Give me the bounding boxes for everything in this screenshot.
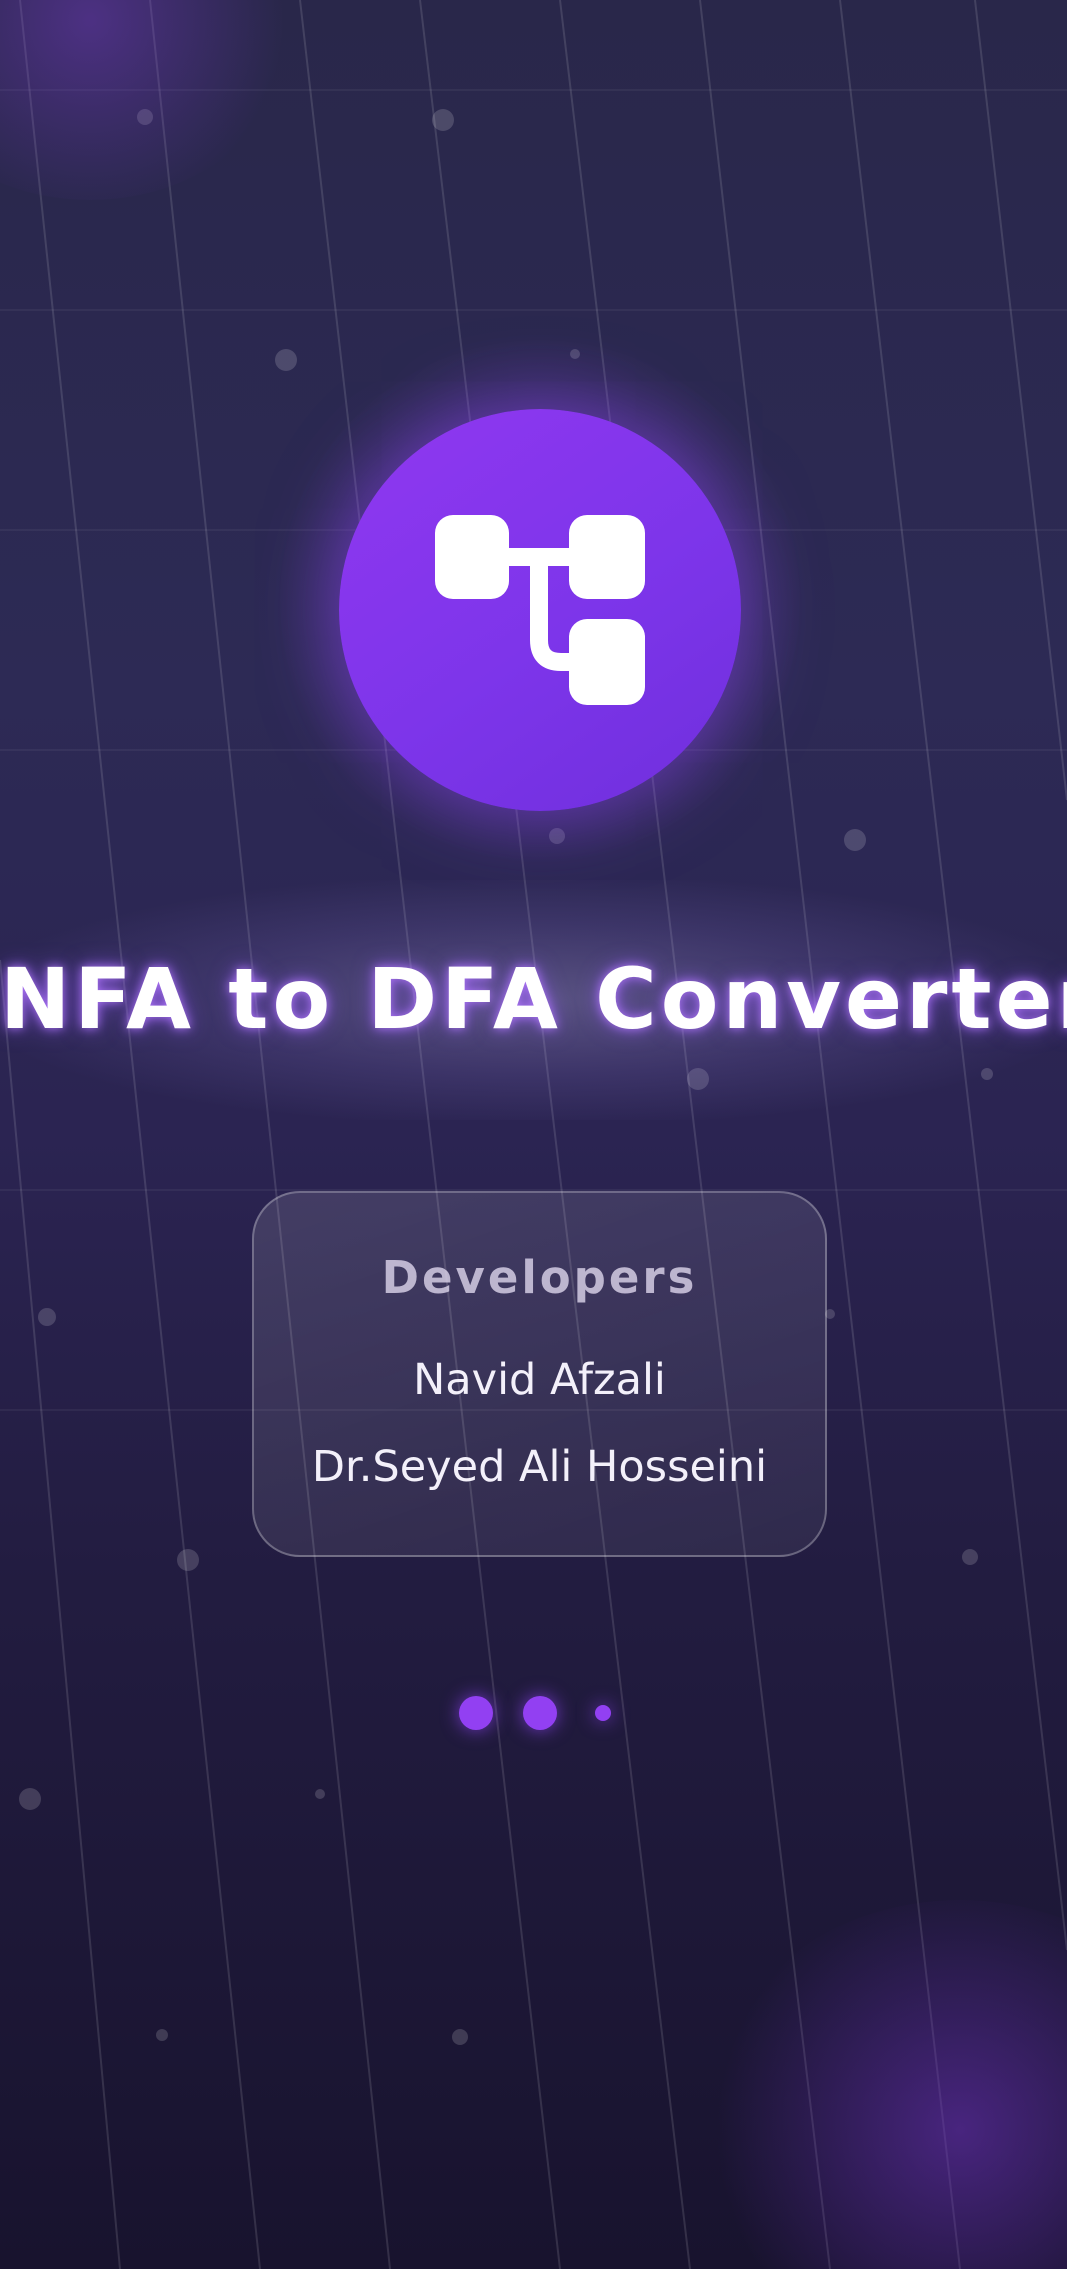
loading-dot — [595, 1705, 611, 1721]
developer-name: Dr.Seyed Ali Hosseini — [311, 1442, 768, 1492]
tree-diagram-icon — [435, 515, 645, 705]
developers-card: Developers Navid Afzali Dr.Seyed Ali Hos… — [252, 1191, 827, 1557]
developer-name: Navid Afzali — [413, 1355, 666, 1405]
splash-screen: NFA to DFA Converter Developers Navid Af… — [0, 0, 1067, 2269]
app-title: NFA to DFA Converter — [0, 950, 1067, 1048]
app-logo — [339, 409, 741, 811]
developers-heading: Developers — [381, 1251, 698, 1304]
loading-dot — [523, 1696, 557, 1730]
loading-dot — [459, 1696, 493, 1730]
